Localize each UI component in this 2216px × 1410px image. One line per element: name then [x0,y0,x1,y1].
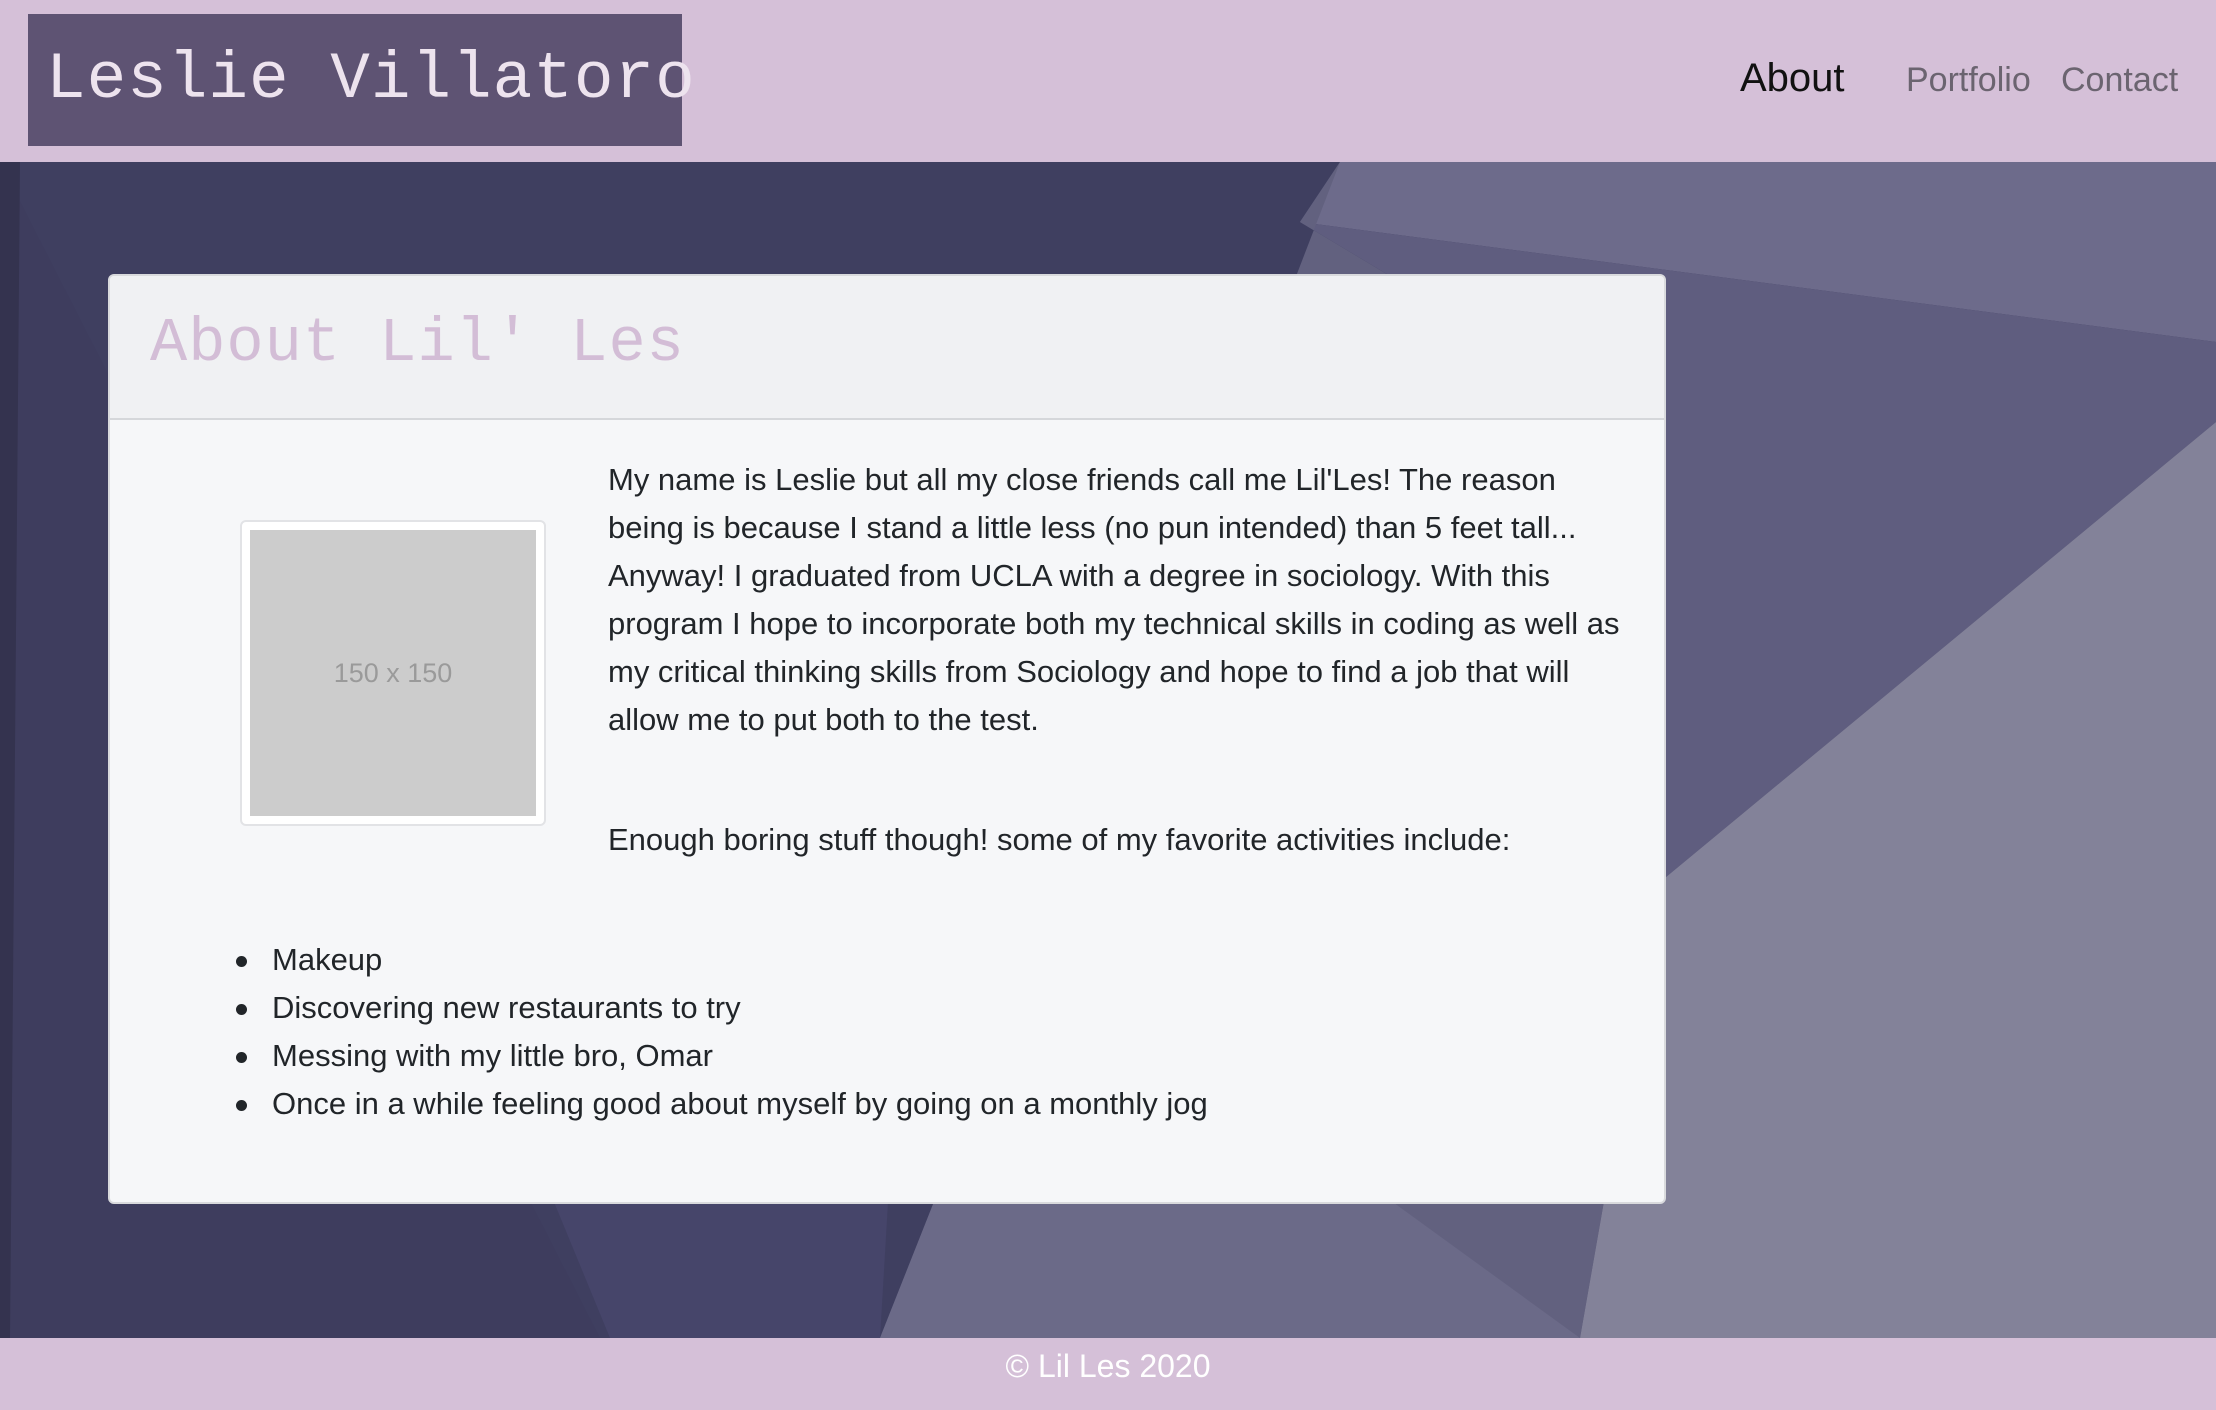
footer: © Lil Les 2020 [0,1338,2216,1410]
activities-intro: Enough boring stuff though! some of my f… [608,822,1511,857]
nav-link-about[interactable]: About [1740,56,1845,101]
copyright-text: © Lil Les 2020 [1005,1348,1211,1384]
profile-image-placeholder: 150 x 150 [250,530,536,816]
list-item-text: Once in a while feeling good about mysel… [272,1086,1208,1121]
list-item-text: Discovering new restaurants to try [272,990,741,1025]
page-title: About Lil' Les [150,308,685,379]
brand-logo[interactable]: Leslie Villatoro [28,14,695,146]
nav-link-portfolio[interactable]: Portfolio [1906,61,2031,100]
nav-link-contact[interactable]: Contact [2061,61,2178,100]
profile-image-frame: 150 x 150 [240,520,546,826]
list-item-text: Messing with my little bro, Omar [272,1038,713,1073]
card-header: About Lil' Les [110,276,1664,420]
list-item: Messing with my little bro, Omar [230,1032,1208,1080]
activities-list: Makeup Discovering new restaurants to tr… [230,936,1208,1128]
about-card: About Lil' Les 150 x 150 My name is Lesl… [108,274,1666,1204]
list-item: Makeup [230,936,1208,984]
list-item: Discovering new restaurants to try [230,984,1208,1032]
list-item-text: Makeup [272,942,383,977]
navbar: Leslie Villatoro About Portfolio Contact [0,0,2216,162]
list-item: Once in a while feeling good about mysel… [230,1080,1208,1128]
bio-paragraph: My name is Leslie but all my close frien… [608,462,1620,737]
